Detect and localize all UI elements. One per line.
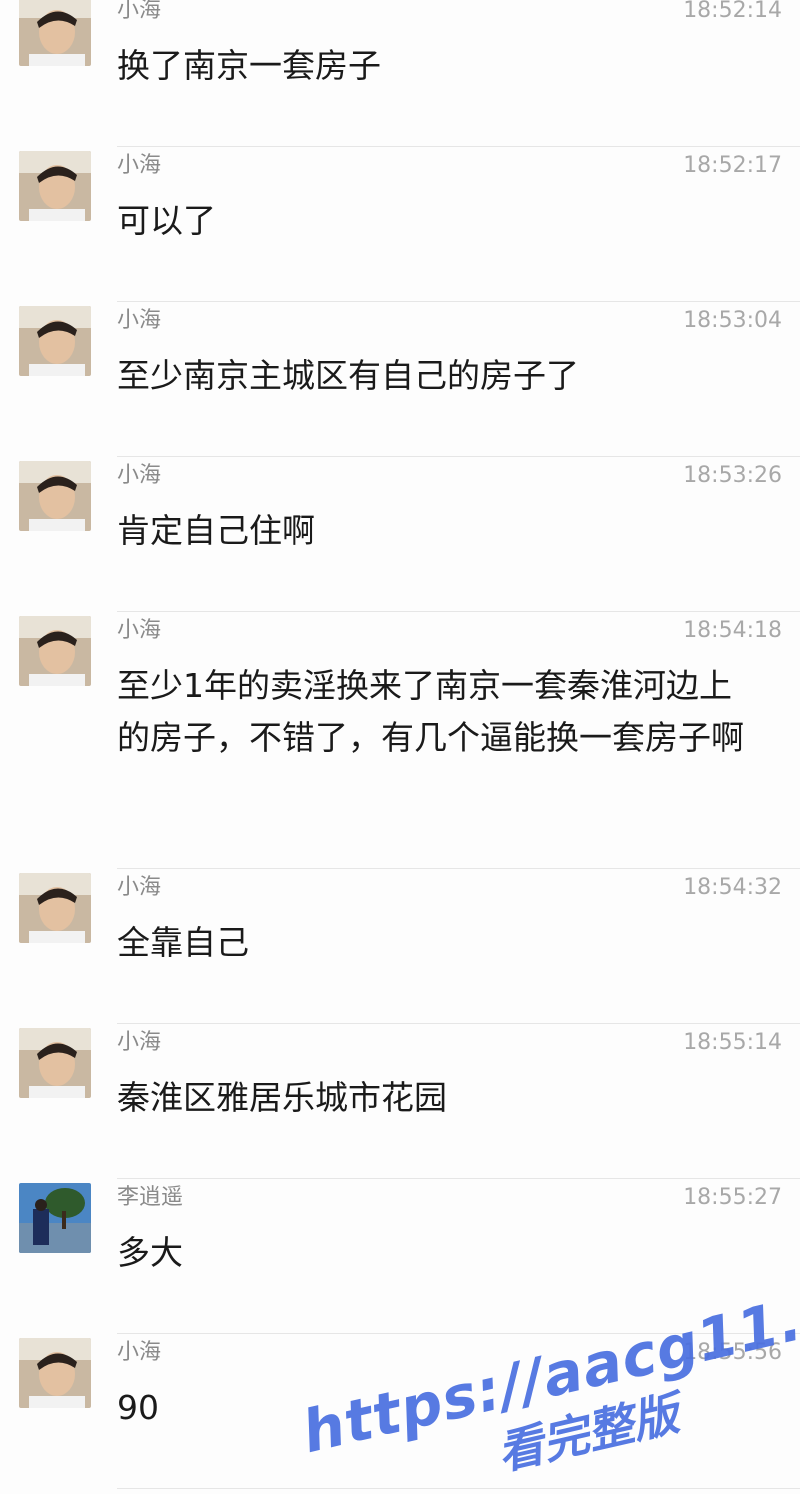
message-text: 至少1年的卖淫换来了南京一套秦淮河边上的房子，不错了，有几个逼能换一套房子啊 [117,666,744,757]
message-meta: 小海 18:52:14 [117,0,782,32]
xiaohai-avatar[interactable] [19,1028,91,1098]
message-time: 18:53:04 [683,308,782,333]
message-text: 全靠自己 [117,923,249,962]
message-text: 换了南京一套房子 [117,46,381,85]
message-meta: 小海 18:54:18 [117,612,782,652]
message-item[interactable]: 小海 18:53:04 至少南京主城区有自己的房子了 [0,302,800,457]
message-time: 18:52:14 [683,0,782,23]
xiaohai-avatar[interactable] [19,461,91,531]
message-meta: 小海 18:53:04 [117,302,782,342]
lixiaoyao-avatar[interactable] [19,1183,91,1253]
message-time: 18:53:26 [683,463,782,488]
message-time: 18:54:18 [683,618,782,643]
sender-name: 李逍遥 [117,1185,184,1210]
message-meta: 小海 18:55:56 [117,1334,782,1374]
message-time: 18:52:17 [683,153,782,178]
xiaohai-avatar[interactable] [19,306,91,376]
message-text: 可以了 [117,201,216,240]
message-item[interactable]: 小海 18:53:26 肯定自己住啊 [0,457,800,612]
message-item[interactable]: 小海 18:52:17 可以了 [0,147,800,302]
message-item[interactable]: 小海 18:55:14 秦淮区雅居乐城市花园 [0,1024,800,1179]
message-text: 90 [117,1388,159,1427]
message-time: 18:55:56 [683,1340,782,1365]
sender-name: 小海 [117,0,162,23]
message-text: 秦淮区雅居乐城市花园 [117,1078,447,1117]
xiaohai-avatar[interactable] [19,151,91,221]
sender-name: 小海 [117,153,162,178]
message-meta: 小海 18:54:32 [117,869,782,909]
message-text: 肯定自己住啊 [117,511,315,550]
message-time: 18:55:27 [683,1185,782,1210]
xiaohai-avatar[interactable] [19,1338,91,1408]
divider [117,1488,800,1489]
sender-name: 小海 [117,618,162,643]
sender-name: 小海 [117,1340,162,1365]
message-item[interactable]: 小海 18:54:18 至少1年的卖淫换来了南京一套秦淮河边上的房子，不错了，有… [0,612,800,869]
message-item[interactable]: 李逍遥 18:55:27 多大 [0,1179,800,1334]
xiaohai-avatar[interactable] [19,0,91,66]
sender-name: 小海 [117,1030,162,1055]
chat-message-list: 小海 18:52:14 换了南京一套房子 小海 18:52:17 可以了 小海 … [0,0,800,1489]
sender-name: 小海 [117,463,162,488]
message-meta: 小海 18:53:26 [117,457,782,497]
xiaohai-avatar[interactable] [19,616,91,686]
message-item[interactable]: 小海 18:54:32 全靠自己 [0,869,800,1024]
message-meta: 小海 18:52:17 [117,147,782,187]
sender-name: 小海 [117,308,162,333]
message-item[interactable]: 小海 18:55:56 90 [0,1334,800,1489]
message-time: 18:55:14 [683,1030,782,1055]
sender-name: 小海 [117,875,162,900]
message-item[interactable]: 小海 18:52:14 换了南京一套房子 [0,0,800,147]
message-meta: 小海 18:55:14 [117,1024,782,1064]
message-text: 至少南京主城区有自己的房子了 [117,356,579,395]
message-time: 18:54:32 [683,875,782,900]
message-text: 多大 [117,1233,183,1272]
xiaohai-avatar[interactable] [19,873,91,943]
message-meta: 李逍遥 18:55:27 [117,1179,782,1219]
